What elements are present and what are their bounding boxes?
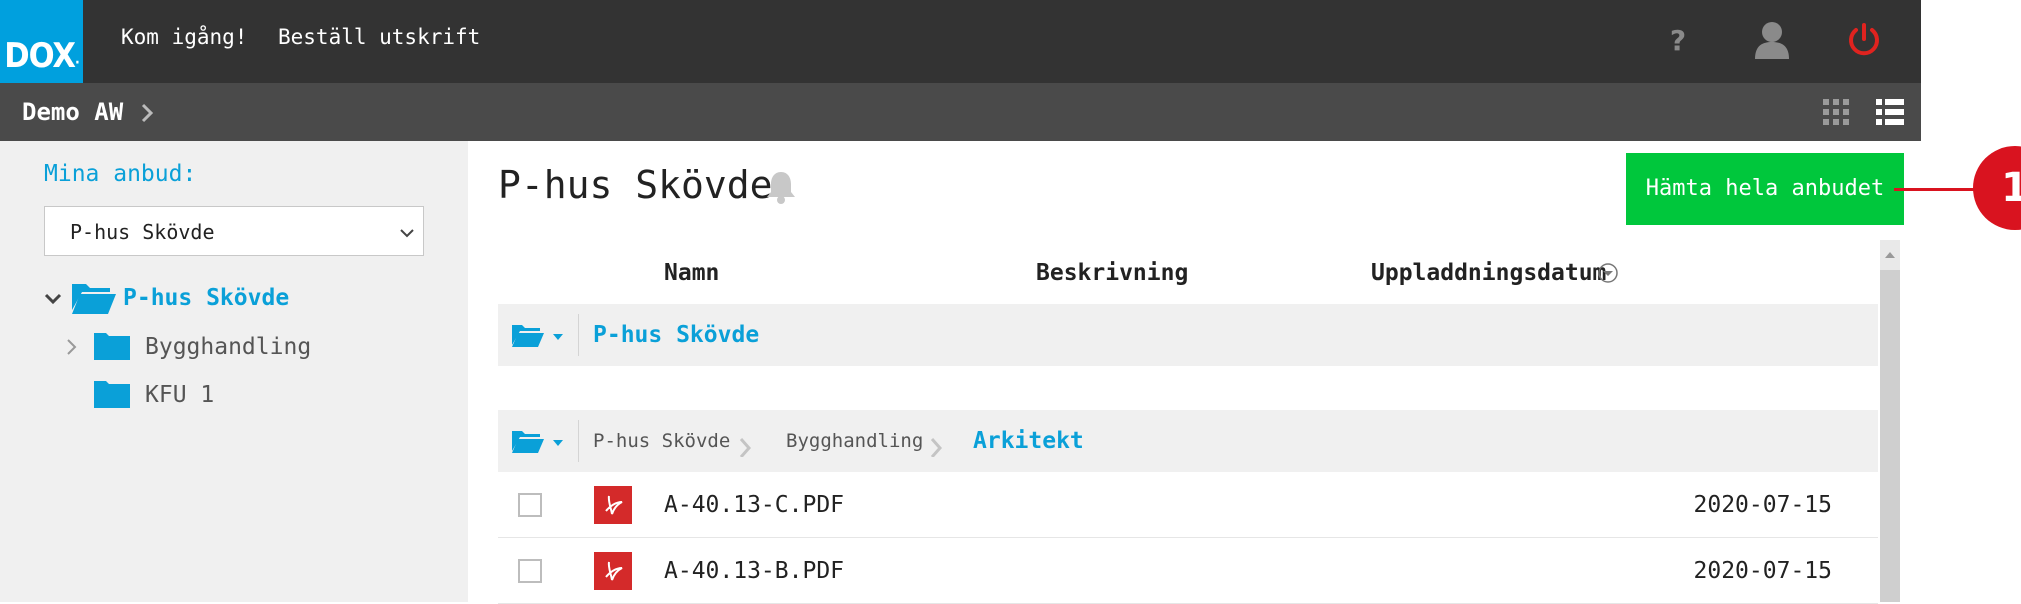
chevron-right-icon[interactable] <box>66 338 78 360</box>
chevron-right-icon <box>930 435 944 461</box>
file-name[interactable]: A-40.13-B.PDF <box>664 538 844 604</box>
column-header-upload-date[interactable]: Uppladdningsdatum <box>1371 255 1606 291</box>
app: DOX· Kom igång! Beställ utskrift ? Demo … <box>0 0 1921 604</box>
column-header-name[interactable]: Namn <box>664 255 719 291</box>
file-checkbox[interactable] <box>518 493 542 517</box>
chevron-down-icon <box>399 224 415 243</box>
breadcrumb-demo-aw[interactable]: Demo AW <box>22 83 123 141</box>
tree-item-label: P-hus Skövde <box>123 285 290 311</box>
sidebar: Mina anbud: P-hus Skövde P-hus Skövde By… <box>0 141 468 602</box>
tender-select-value: P-hus Skövde <box>70 220 215 244</box>
download-all-button[interactable]: Hämta hela anbudet <box>1626 153 1904 225</box>
chevron-down-icon[interactable] <box>44 291 62 310</box>
folder-path-header: P-hus Skövde Bygghandling Arkitekt <box>498 410 1878 472</box>
file-row[interactable]: A-40.13-B.PDF 2020-07-15 <box>498 538 1878 604</box>
file-date: 2020-07-15 <box>1693 492 1832 518</box>
tender-select[interactable]: P-hus Skövde <box>44 206 424 256</box>
page-title: P-hus Skövde <box>498 163 773 207</box>
folder-open-icon <box>72 280 116 318</box>
path-current: Arkitekt <box>973 428 1084 454</box>
tree-item-kfu-1[interactable]: KFU 1 <box>94 375 434 415</box>
folder-actions-button[interactable] <box>512 321 566 349</box>
column-header-description[interactable]: Beskrivning <box>1036 255 1188 291</box>
folder-icon <box>94 330 130 364</box>
folder-actions-button[interactable] <box>512 427 566 455</box>
callout-line <box>1894 188 1974 191</box>
callout-badge: 1 <box>1973 146 2021 230</box>
chevron-right-icon <box>140 103 154 127</box>
file-row[interactable]: A-40.13-C.PDF 2020-07-15 <box>498 472 1878 538</box>
folder-group-header: P-hus Skövde <box>498 304 1878 366</box>
tree-item-label: KFU 1 <box>145 382 215 408</box>
chevron-right-icon <box>739 435 753 461</box>
file-checkbox[interactable] <box>518 559 542 583</box>
scrollbar[interactable] <box>1880 240 1900 602</box>
nav-get-started[interactable]: Kom igång! <box>121 0 247 83</box>
tree-item-p-hus-skovde[interactable]: P-hus Skövde <box>40 278 440 318</box>
sort-dropdown-icon[interactable] <box>1598 263 1618 287</box>
file-name[interactable]: A-40.13-C.PDF <box>664 472 844 538</box>
power-icon[interactable] <box>1842 18 1886 62</box>
bell-icon[interactable] <box>766 170 796 208</box>
path-segment-link[interactable]: Bygghandling <box>786 410 923 472</box>
grid-view-icon[interactable] <box>1823 99 1853 127</box>
divider <box>578 420 579 462</box>
pdf-icon <box>594 486 632 524</box>
file-date: 2020-07-15 <box>1693 558 1832 584</box>
logo[interactable]: DOX· <box>0 0 83 83</box>
scroll-up-button[interactable] <box>1880 240 1900 270</box>
path-segment-link[interactable]: P-hus Skövde <box>593 410 730 472</box>
divider <box>578 314 579 356</box>
sidebar-label: Mina anbud: <box>44 161 197 187</box>
help-icon[interactable]: ? <box>1656 18 1700 62</box>
user-icon[interactable] <box>1750 18 1794 62</box>
breadcrumb-bar: Demo AW <box>0 83 1921 141</box>
tree-item-bygghandling[interactable]: Bygghandling <box>60 327 440 367</box>
pdf-icon <box>594 552 632 590</box>
tree-item-label: Bygghandling <box>145 334 312 360</box>
list-view-icon[interactable] <box>1876 99 1906 127</box>
nav-order-print[interactable]: Beställ utskrift <box>278 0 480 83</box>
top-bar: DOX· Kom igång! Beställ utskrift ? <box>0 0 1921 83</box>
folder-link[interactable]: P-hus Skövde <box>593 304 759 366</box>
folder-icon <box>94 378 130 412</box>
